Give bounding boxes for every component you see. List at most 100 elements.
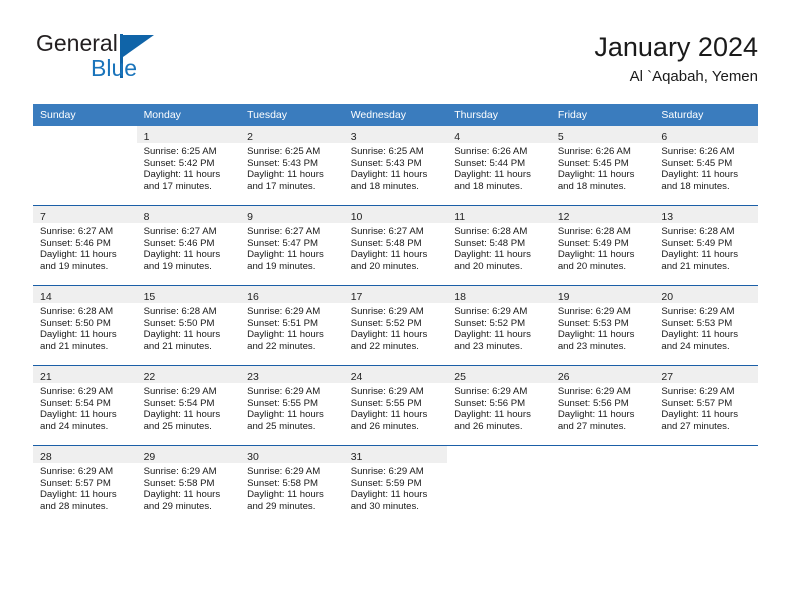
calendar-day-cell[interactable]: 4 Sunrise: 6:26 AM Sunset: 5:44 PM Daylight… xyxy=(447,126,551,205)
daylight-text-line2: and 21 minutes. xyxy=(661,260,730,272)
calendar-day-cell[interactable]: 9 Sunrise: 6:27 AM Sunset: 5:47 PM Daylight… xyxy=(240,206,344,285)
calendar-day-cell[interactable]: 2 Sunrise: 6:25 AM Sunset: 5:43 PM Daylight… xyxy=(240,126,344,205)
calendar-day-cell[interactable]: 30 Sunrise: 6:29 AM Sunset: 5:58 PM Dayligh… xyxy=(240,446,344,525)
sunset-text: Sunset: 5:47 PM xyxy=(247,237,319,249)
day-number-band: 11 xyxy=(447,206,551,223)
calendar-day-cell[interactable]: 20 Sunrise: 6:29 AM Sunset: 5:53 PM Dayligh… xyxy=(654,286,758,365)
day-details: Sunrise: 6:29 AM Sunset: 5:57 PM Daylight:… xyxy=(654,383,758,432)
calendar-day-cell[interactable]: 6 Sunrise: 6:26 AM Sunset: 5:45 PM Daylight… xyxy=(654,126,758,205)
day-number: 19 xyxy=(557,291,570,303)
day-number-band: 19 xyxy=(550,286,655,303)
calendar-day-cell[interactable]: 12 Sunrise: 6:28 AM Sunset: 5:49 PM Dayligh… xyxy=(550,206,655,285)
daylight-text-line1: Daylight: 11 hours xyxy=(350,329,428,341)
day-details: Sunrise: 6:28 AM Sunset: 5:49 PM Daylight:… xyxy=(654,223,758,272)
day-number: 11 xyxy=(454,211,466,223)
day-cell-inner: 26 Sunrise: 6:29 AM Sunset: 5:56 PM Dayligh… xyxy=(550,366,655,445)
calendar-day-cell[interactable]: 22 Sunrise: 6:29 AM Sunset: 5:54 PM Dayligh… xyxy=(136,366,241,445)
day-details: Sunrise: 6:25 AM Sunset: 5:43 PM Daylight:… xyxy=(344,143,448,192)
calendar-day-cell[interactable]: 15 Sunrise: 6:28 AM Sunset: 5:50 PM Dayligh… xyxy=(136,286,241,365)
day-cell-inner: 28 Sunrise: 6:29 AM Sunset: 5:57 PM Dayligh… xyxy=(33,446,137,525)
calendar-day-cell[interactable]: 27 Sunrise: 6:29 AM Sunset: 5:57 PM Dayligh… xyxy=(654,366,758,445)
day-number-band: 2 xyxy=(240,126,344,143)
calendar-day-cell[interactable]: 18 Sunrise: 6:29 AM Sunset: 5:52 PM Dayligh… xyxy=(447,286,551,365)
sunrise-text: Sunrise: 6:25 AM xyxy=(143,146,217,157)
calendar-day-cell[interactable]: 14 Sunrise: 6:28 AM Sunset: 5:50 PM Dayligh… xyxy=(33,286,137,365)
calendar-page: General Blue January 2024 Al `Aqabah, Ye… xyxy=(0,0,792,612)
day-cell-inner: 12 Sunrise: 6:28 AM Sunset: 5:49 PM Dayligh… xyxy=(550,206,655,285)
daylight-text-line2: and 26 minutes. xyxy=(350,420,419,432)
calendar-day-cell[interactable]: 19 Sunrise: 6:29 AM Sunset: 5:53 PM Dayligh… xyxy=(550,286,655,365)
day-details: Sunrise: 6:28 AM Sunset: 5:49 PM Daylight:… xyxy=(551,223,655,272)
sunset-text: Sunset: 5:56 PM xyxy=(454,397,526,409)
day-number: 5 xyxy=(557,131,564,143)
calendar-table: Sunday Monday Tuesday Wednesday Thursday… xyxy=(33,104,758,525)
sunrise-text: Sunrise: 6:28 AM xyxy=(40,306,114,317)
sunrise-text: Sunrise: 6:29 AM xyxy=(661,386,735,397)
day-details: Sunrise: 6:25 AM Sunset: 5:43 PM Daylight:… xyxy=(240,143,344,192)
sunrise-text: Sunrise: 6:27 AM xyxy=(350,226,424,237)
brand-logo[interactable]: General Blue xyxy=(36,30,236,90)
day-number-band: 3 xyxy=(343,126,448,143)
calendar-day-cell[interactable]: 25 Sunrise: 6:29 AM Sunset: 5:56 PM Dayligh… xyxy=(447,366,551,445)
calendar-day-cell[interactable]: 5 Sunrise: 6:26 AM Sunset: 5:45 PM Daylight… xyxy=(550,126,655,205)
sunset-text: Sunset: 5:51 PM xyxy=(247,317,319,329)
day-number-band: 4 xyxy=(447,126,551,143)
day-number-band: 28 xyxy=(33,446,137,463)
brand-triangle-icon xyxy=(123,35,154,57)
daylight-text-line1: Daylight: 11 hours xyxy=(143,169,221,181)
calendar-day-cell[interactable]: 3 Sunrise: 6:25 AM Sunset: 5:43 PM Daylight… xyxy=(343,126,448,205)
day-number: 10 xyxy=(350,211,363,223)
day-cell-inner: 4 Sunrise: 6:26 AM Sunset: 5:44 PM Daylight… xyxy=(447,126,551,205)
sunset-text: Sunset: 5:53 PM xyxy=(557,317,629,329)
sunrise-text: Sunrise: 6:29 AM xyxy=(247,306,321,317)
daylight-text-line1: Daylight: 11 hours xyxy=(350,249,428,261)
daylight-text-line2: and 18 minutes. xyxy=(454,180,523,192)
calendar-day-cell[interactable]: 1 Sunrise: 6:25 AM Sunset: 5:42 PM Daylight… xyxy=(136,126,241,205)
calendar-day-cell[interactable]: 16 Sunrise: 6:29 AM Sunset: 5:51 PM Dayligh… xyxy=(240,286,344,365)
calendar-day-cell[interactable]: 28 Sunrise: 6:29 AM Sunset: 5:57 PM Dayligh… xyxy=(33,446,137,525)
daylight-text-line1: Daylight: 11 hours xyxy=(661,329,738,341)
sunset-text: Sunset: 5:45 PM xyxy=(557,157,629,169)
day-number: 26 xyxy=(557,371,570,383)
calendar-day-cell[interactable]: 8 Sunrise: 6:27 AM Sunset: 5:46 PM Daylight… xyxy=(136,206,241,285)
calendar-day-cell[interactable]: 11 Sunrise: 6:28 AM Sunset: 5:48 PM Dayligh… xyxy=(447,206,551,285)
day-number-band: 25 xyxy=(447,366,551,383)
day-number-band: 5 xyxy=(550,126,655,143)
day-number: 20 xyxy=(661,291,674,303)
calendar-day-cell[interactable]: 13 Sunrise: 6:28 AM Sunset: 5:49 PM Dayligh… xyxy=(654,206,758,285)
day-cell-inner: 13 Sunrise: 6:28 AM Sunset: 5:49 PM Dayligh… xyxy=(654,206,758,285)
sunrise-text: Sunrise: 6:28 AM xyxy=(454,226,528,237)
day-cell-inner: 19 Sunrise: 6:29 AM Sunset: 5:53 PM Dayligh… xyxy=(550,286,655,365)
day-cell-inner: 21 Sunrise: 6:29 AM Sunset: 5:54 PM Dayligh… xyxy=(33,366,137,445)
sunset-text: Sunset: 5:58 PM xyxy=(247,477,319,489)
daylight-text-line1: Daylight: 11 hours xyxy=(557,169,635,181)
calendar-day-cell[interactable]: 23 Sunrise: 6:29 AM Sunset: 5:55 PM Dayligh… xyxy=(240,366,344,445)
day-cell-inner xyxy=(654,446,758,525)
daylight-text-line2: and 23 minutes. xyxy=(454,340,523,352)
weekday-header-saturday: Saturday xyxy=(654,104,758,126)
daylight-text-line2: and 22 minutes. xyxy=(247,340,316,352)
day-number-band: 27 xyxy=(654,366,758,383)
calendar-day-cell[interactable]: 24 Sunrise: 6:29 AM Sunset: 5:55 PM Dayligh… xyxy=(343,366,448,445)
calendar-day-cell[interactable]: 29 Sunrise: 6:29 AM Sunset: 5:58 PM Dayligh… xyxy=(136,446,241,525)
day-number-band xyxy=(447,446,551,463)
calendar-day-cell[interactable]: 10 Sunrise: 6:27 AM Sunset: 5:48 PM Dayligh… xyxy=(343,206,448,285)
daylight-text-line2: and 24 minutes. xyxy=(661,340,730,352)
sunset-text: Sunset: 5:55 PM xyxy=(247,397,319,409)
calendar-day-cell[interactable]: 17 Sunrise: 6:29 AM Sunset: 5:52 PM Dayligh… xyxy=(343,286,448,365)
day-number: 31 xyxy=(350,451,363,463)
calendar-day-cell[interactable]: 21 Sunrise: 6:29 AM Sunset: 5:54 PM Dayligh… xyxy=(33,366,137,445)
calendar-day-cell[interactable]: 31 Sunrise: 6:29 AM Sunset: 5:59 PM Dayligh… xyxy=(343,446,448,525)
calendar-header-row: Sunday Monday Tuesday Wednesday Thursday… xyxy=(33,104,758,126)
daylight-text-line1: Daylight: 11 hours xyxy=(350,489,428,501)
calendar-day-cell[interactable]: 7 Sunrise: 6:27 AM Sunset: 5:46 PM Daylight… xyxy=(33,206,137,285)
day-number: 13 xyxy=(661,211,674,223)
daylight-text-line2: and 22 minutes. xyxy=(350,340,419,352)
day-number: 2 xyxy=(247,131,253,143)
day-number: 1 xyxy=(143,131,150,143)
day-cell-inner xyxy=(33,126,137,205)
calendar-day-cell[interactable]: 26 Sunrise: 6:29 AM Sunset: 5:56 PM Dayligh… xyxy=(550,366,655,445)
day-number: 14 xyxy=(40,291,52,303)
page-header: General Blue January 2024 Al `Aqabah, Ye… xyxy=(33,30,758,92)
daylight-text-line1: Daylight: 11 hours xyxy=(661,169,738,181)
